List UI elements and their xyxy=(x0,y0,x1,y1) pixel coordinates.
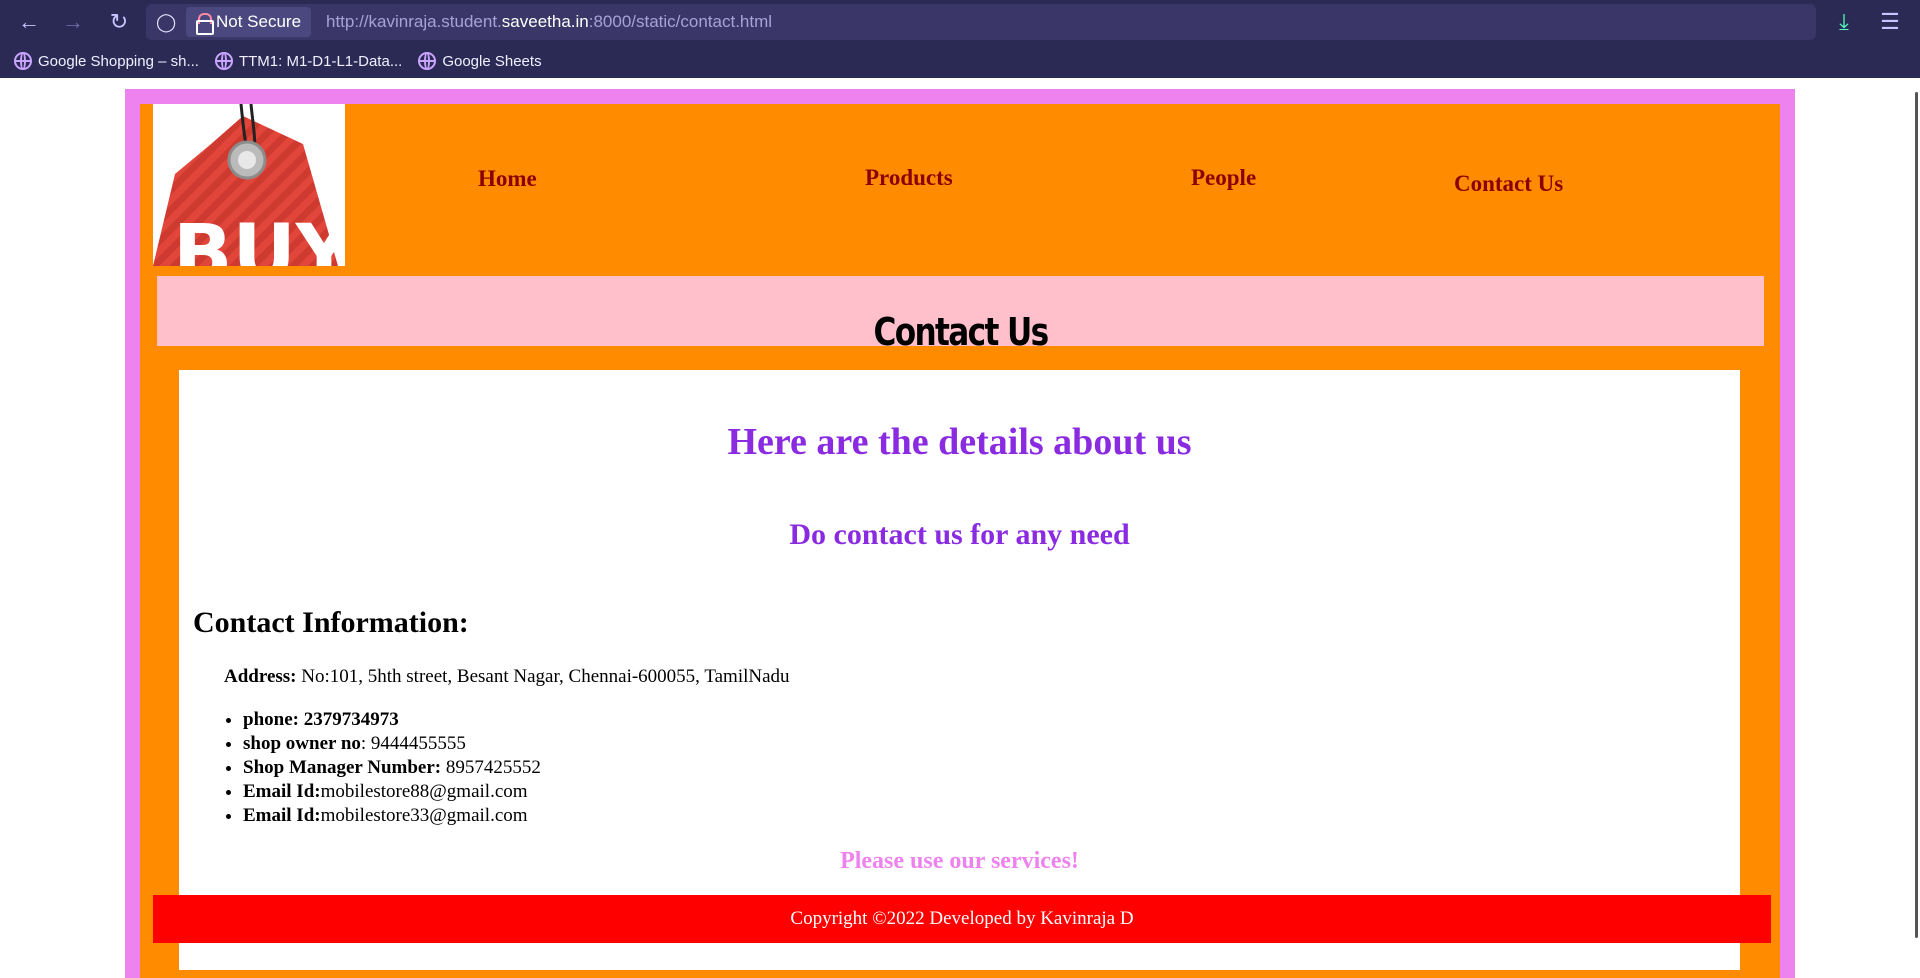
phone-label: phone: 2379734973 xyxy=(243,709,399,730)
page-border: BUY Home Products People Contact Us Cont… xyxy=(125,89,1795,978)
globe-icon xyxy=(14,52,32,70)
globe-icon xyxy=(418,52,437,70)
manager-value: 8957425552 xyxy=(441,757,541,778)
page-title: Contact Us xyxy=(873,310,1049,354)
manager-label: Shop Manager Number: xyxy=(243,757,442,778)
reload-icon[interactable]: ↻ xyxy=(104,8,134,36)
forward-icon[interactable]: → xyxy=(58,8,88,36)
heading-about: Here are the details about us xyxy=(727,421,1192,463)
closing-message: Please use our services! xyxy=(840,848,1079,874)
page-body: BUY Home Products People Contact Us Cont… xyxy=(140,104,1780,978)
bookmark-google-shopping[interactable]: Google Shopping – sh... xyxy=(14,52,199,70)
globe-icon xyxy=(214,52,233,70)
list-item: shop owner no: 9444455555 xyxy=(243,732,541,756)
url-prefix: http://kavinraja.student. xyxy=(326,12,502,31)
bookmark-ttm1[interactable]: TTM1: M1-D1-L1-Data... xyxy=(214,52,403,70)
bookmark-google-sheets[interactable]: Google Sheets xyxy=(418,52,542,70)
list-item: phone: 2379734973 xyxy=(243,708,541,732)
email-value: mobilestore33@gmail.com xyxy=(320,805,528,826)
bookmark-label: TTM1: M1-D1-L1-Data... xyxy=(238,52,403,70)
list-item: Shop Manager Number: 8957425552 xyxy=(243,756,541,780)
address-label: Address: xyxy=(224,666,297,687)
back-icon[interactable]: ← xyxy=(14,8,44,36)
nav-products[interactable]: Products xyxy=(865,165,953,191)
browser-toolbar: ← → ↻ ◯ Not Secure http://kavinraja.stud… xyxy=(0,0,1920,44)
bookmarks-bar: Google Shopping – sh... TTM1: M1-D1-L1-D… xyxy=(0,44,1920,78)
insecure-lock-icon xyxy=(196,13,214,35)
shield-icon[interactable]: ◯ xyxy=(156,12,176,32)
heading-contact-info: Contact Information: xyxy=(193,606,469,639)
nav-people[interactable]: People xyxy=(1191,165,1256,191)
page-viewport: BUY Home Products People Contact Us Cont… xyxy=(0,78,1920,978)
contact-details-list: phone: 2379734973 shop owner no: 9444455… xyxy=(243,708,541,828)
bookmark-label: Google Sheets xyxy=(442,52,542,70)
nav-contact-us[interactable]: Contact Us xyxy=(1454,171,1563,197)
list-item: Email Id:mobilestore33@gmail.com xyxy=(243,804,541,828)
owner-value: : 9444455555 xyxy=(360,733,466,754)
bookmark-label: Google Shopping – sh... xyxy=(38,52,199,70)
security-indicator[interactable]: Not Secure xyxy=(186,7,312,37)
email-value: mobilestore88@gmail.com xyxy=(320,781,528,802)
buy-tag-logo: BUY xyxy=(153,104,345,266)
address-bar[interactable]: ◯ Not Secure http://kavinraja.student.sa… xyxy=(146,4,1816,40)
address-line: Address: No:101, 5hth street, Besant Nag… xyxy=(224,666,790,688)
buy-tag-logo-image: BUY xyxy=(153,104,345,266)
contact-content: Here are the details about us Do contact… xyxy=(179,370,1740,970)
heading-contact: Do contact us for any need xyxy=(789,518,1130,551)
email-label: Email Id: xyxy=(243,781,321,802)
url-domain: saveetha.in xyxy=(501,12,589,31)
owner-label: shop owner no xyxy=(243,733,361,754)
download-icon[interactable]: ⤓ xyxy=(1830,8,1858,36)
footer: Copyright ©2022 Developed by Kavinraja D xyxy=(153,895,1771,943)
address-value: No:101, 5hth street, Besant Nagar, Chenn… xyxy=(296,666,790,687)
nav-home[interactable]: Home xyxy=(478,166,537,192)
list-item: Email Id:mobilestore88@gmail.com xyxy=(243,780,541,804)
url-suffix: :8000/static/contact.html xyxy=(588,12,773,31)
url-text[interactable]: http://kavinraja.student.saveetha.in:800… xyxy=(326,4,772,40)
menu-icon[interactable]: ☰ xyxy=(1876,8,1904,36)
logo-text: BUY xyxy=(173,209,345,266)
email-label: Email Id: xyxy=(243,805,321,826)
security-label: Not Secure xyxy=(216,12,302,31)
page-scrollbar[interactable] xyxy=(1915,92,1918,938)
